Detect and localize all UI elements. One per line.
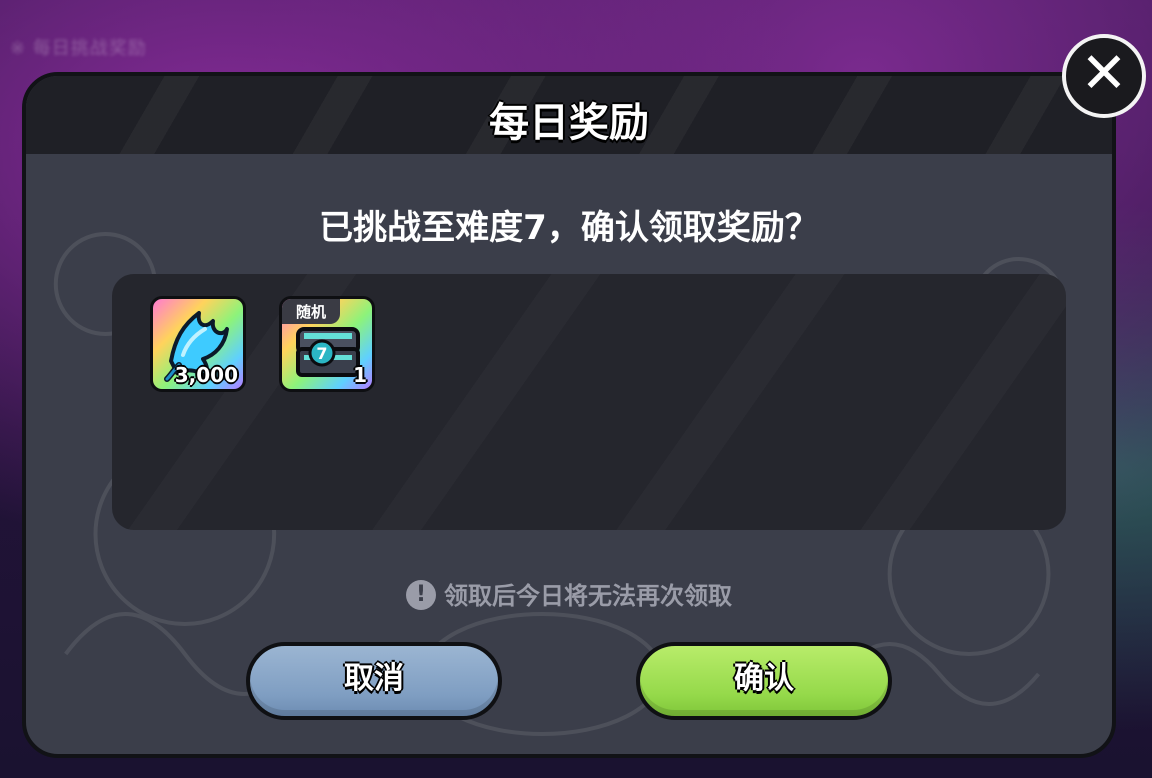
confirm-question: 已挑战至难度7，确认领取奖励？ (319, 208, 819, 248)
close-button[interactable]: ✕ (1062, 34, 1146, 118)
daily-reward-dialog: 每日奖励 已挑战至难度7，确认领取奖励？ 3,000 7 随机 1 ! 领取后今… (22, 72, 1116, 758)
dialog-title: 每日奖励 (489, 100, 649, 146)
close-icon: ✕ (1080, 41, 1128, 106)
dialog-header: 每日奖励 (26, 76, 1112, 154)
warning-row: ! 领取后今日将无法再次领取 (26, 576, 1112, 611)
reward-item-chest[interactable]: 7 随机 1 (279, 296, 375, 392)
confirm-button[interactable]: 确认 (636, 642, 892, 720)
warning-text: 领取后今日将无法再次领取 (444, 582, 732, 610)
reward-quantity: 1 (353, 363, 367, 387)
svg-text:7: 7 (316, 344, 327, 363)
background-text: ※ 每日挑战奖励 (10, 38, 147, 59)
reward-quantity: 3,000 (174, 363, 238, 387)
reward-item-crystal[interactable]: 3,000 (150, 296, 246, 392)
reward-panel: 3,000 7 随机 1 (112, 274, 1066, 530)
exclamation-icon: ! (406, 580, 436, 610)
cancel-button[interactable]: 取消 (246, 642, 502, 720)
random-tag: 随机 (282, 299, 341, 324)
